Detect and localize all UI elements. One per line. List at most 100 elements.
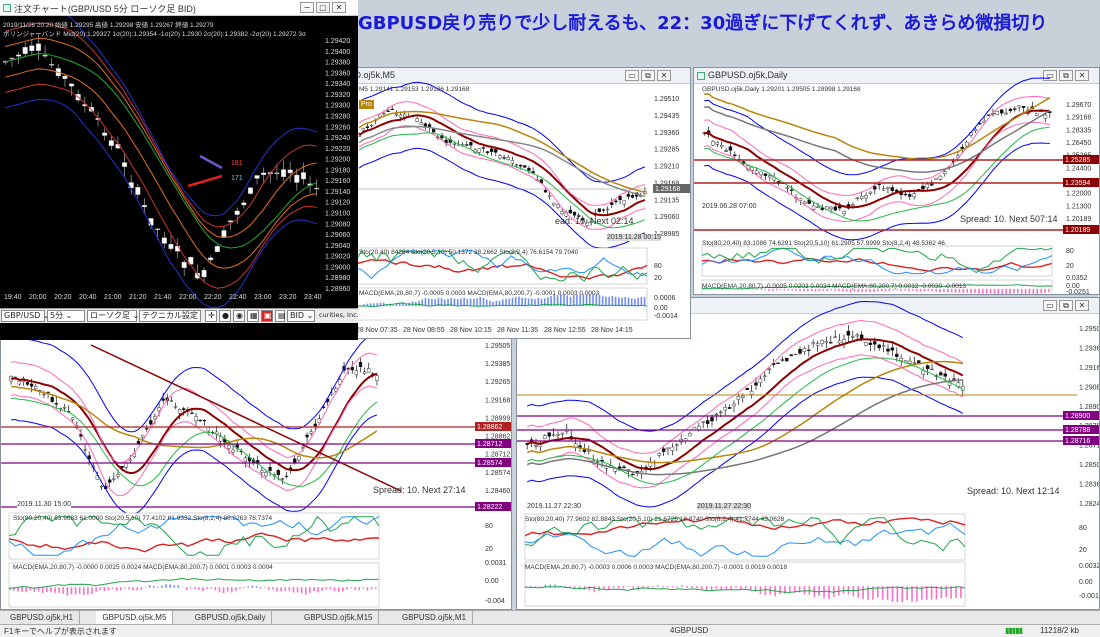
- m15-price-axis-tick: 1.29360: [1079, 345, 1100, 352]
- macd-bar: [1009, 288, 1011, 294]
- candle: [527, 167, 531, 171]
- chart-tab[interactable]: GBPUSD.oj5k,M15: [298, 611, 380, 624]
- candle: [851, 203, 855, 206]
- macd-bar: [652, 586, 654, 588]
- macd-bar: [268, 587, 270, 590]
- macd-bar: [424, 297, 427, 307]
- order-chart-canvas[interactable]: 1.29420 1.29400 1.29380 1.29360 1.29340 1.293…: [0, 16, 358, 308]
- candle: [280, 478, 285, 480]
- order-chart-time-tick: 20:20: [54, 294, 72, 301]
- chart-type-select[interactable]: ローソク足 ⌄: [87, 310, 139, 322]
- candle: [543, 189, 548, 193]
- chart-tab[interactable]: GBPUSD.oj5k,M1: [396, 611, 474, 624]
- chart-tab-bar: GBPUSD.oj5k,H1 GBPUSD.oj5k,M5 GBPUSD.oj5k,…: [0, 610, 1100, 624]
- chart-tab[interactable]: GBPUSD.oj5k,H1: [4, 611, 81, 624]
- chart-tab[interactable]: GBPUSD.oj5k,M5: [96, 611, 174, 624]
- close-button[interactable]: ✕: [332, 2, 346, 13]
- macd-bar: [427, 298, 430, 307]
- candle: [314, 187, 320, 190]
- candle: [71, 417, 75, 420]
- h1-stochastic-label: Sto(80,20,40) 63.9683 61.0000 Sto(20,5,1…: [13, 515, 273, 522]
- candle: [568, 209, 573, 214]
- crosshair-icon[interactable]: ✛: [205, 310, 217, 322]
- macd-bar: [661, 586, 664, 588]
- chevron-down-icon: ⌄: [306, 311, 314, 320]
- order-chart-price-axis-tick: 1.29180: [325, 167, 350, 174]
- macd-bar: [418, 300, 420, 307]
- line-tool-icon[interactable]: ▦: [247, 310, 259, 322]
- side-select[interactable]: BID ⌄: [287, 310, 315, 322]
- order-chart-time-tick: 20:40: [79, 294, 97, 301]
- moving-average-line: [358, 147, 646, 249]
- minimize-button[interactable]: −: [300, 2, 314, 13]
- macd-bar: [74, 587, 77, 595]
- m5-price-axis-tick: 1.29210: [654, 164, 679, 171]
- m15-date-tag-2: 2019.11.27 22:30: [697, 503, 751, 510]
- h1-indicator-tick: 20: [485, 546, 493, 553]
- candle: [829, 206, 833, 210]
- headline-banner: GBPUSD戻り売りで少し耐えるも、22：30過ぎに下げてくれず、あきらめ微損切…: [358, 13, 1048, 34]
- record-icon[interactable]: ▣: [261, 310, 273, 322]
- macd-bar: [993, 288, 996, 294]
- macd-bar: [214, 587, 217, 591]
- candle: [618, 196, 622, 201]
- h1-indicator-tick: 0.00: [485, 578, 499, 585]
- macd-bar: [534, 586, 537, 588]
- m15-indicator-tick: 80: [1079, 525, 1087, 532]
- order-chart-time-tick: 22:20: [204, 294, 222, 301]
- magnify-icon[interactable]: ◉: [233, 310, 245, 322]
- macd-bar: [505, 298, 507, 307]
- m15-price-axis-tick: 1.29080: [1079, 384, 1100, 391]
- plot-background: [0, 16, 358, 308]
- candle: [300, 172, 306, 180]
- pair-select[interactable]: GBP/USD ⌄: [1, 310, 50, 322]
- macd-bar: [321, 587, 324, 591]
- chart-window-icon: [3, 4, 11, 12]
- candle: [547, 432, 551, 437]
- macd-bar: [325, 587, 328, 590]
- order-chart-title-bar[interactable]: 注文チャート(GBP/USD 5分 ローソク足 BID) − □ ✕: [0, 0, 358, 16]
- candle: [859, 196, 864, 199]
- candle: [54, 403, 58, 405]
- candle: [728, 146, 733, 151]
- candle: [582, 449, 587, 452]
- candle: [305, 434, 309, 438]
- daily-chart-canvas[interactable]: 1.29670 1.29168 1.28335 1.26450 1.252851.244…: [694, 68, 1100, 295]
- macd-bar: [231, 587, 233, 593]
- m5-pro-badge: Pro: [359, 100, 374, 109]
- m5-indicator-tick: 20: [654, 275, 662, 282]
- candle: [999, 109, 1004, 114]
- help-hint: F1キーでヘルプが表示されます: [4, 627, 117, 636]
- moving-average-line: [358, 132, 646, 229]
- chart-window-m15[interactable]: ▭ ⧉ ✕ 1.295051.293601.291681.290801.2890…: [516, 297, 1100, 610]
- macd-bar: [1001, 288, 1004, 294]
- candle: [886, 187, 890, 189]
- order-chart-price-axis-tick: 1.29120: [325, 200, 350, 207]
- macd-bar: [185, 587, 188, 591]
- candle: [572, 211, 577, 216]
- candle: [995, 110, 1000, 115]
- circle-icon[interactable]: ●: [219, 310, 231, 322]
- macd-bar: [671, 586, 674, 588]
- candle: [768, 175, 772, 178]
- candle: [241, 202, 247, 206]
- moving-average-line: [527, 354, 964, 489]
- candle: [69, 83, 75, 87]
- more-icon[interactable]: ▤: [275, 310, 286, 322]
- order-chart-window[interactable]: 注文チャート(GBP/USD 5分 ローソク足 BID) − □ ✕ 1.294…: [0, 0, 358, 340]
- macd-bar: [489, 300, 491, 307]
- h1-price-tag-text: 1.28862: [477, 424, 502, 431]
- technical-settings-button[interactable]: テクニカル設定: [139, 310, 201, 322]
- maximize-button[interactable]: □: [316, 2, 330, 13]
- candle: [890, 347, 895, 351]
- candle: [842, 210, 846, 215]
- chart-window-daily[interactable]: GBPUSD.oj5k,Daily ▭ ⧉ ✕ 1.29670 1.29168 1.…: [693, 67, 1100, 295]
- chart-window-m5[interactable]: GBPUSD.oj5k,M5 ▭ ⧉ ✕ 1.29510 1.29435 1.293…: [308, 67, 691, 339]
- chart-window-h1[interactable]: 1.29505 1.29385 1.29265 1.29168 1.28999 1.288…: [0, 322, 512, 610]
- m15-spread-label: Spread: 10. Next 12:14: [967, 486, 1060, 496]
- macd-bar: [997, 288, 1000, 294]
- timeframe-select[interactable]: 5分 ⌄: [47, 310, 85, 322]
- chart-tab[interactable]: GBPUSD.oj5k,Daily: [189, 611, 273, 624]
- macd-bar: [725, 586, 728, 589]
- candle: [785, 357, 789, 362]
